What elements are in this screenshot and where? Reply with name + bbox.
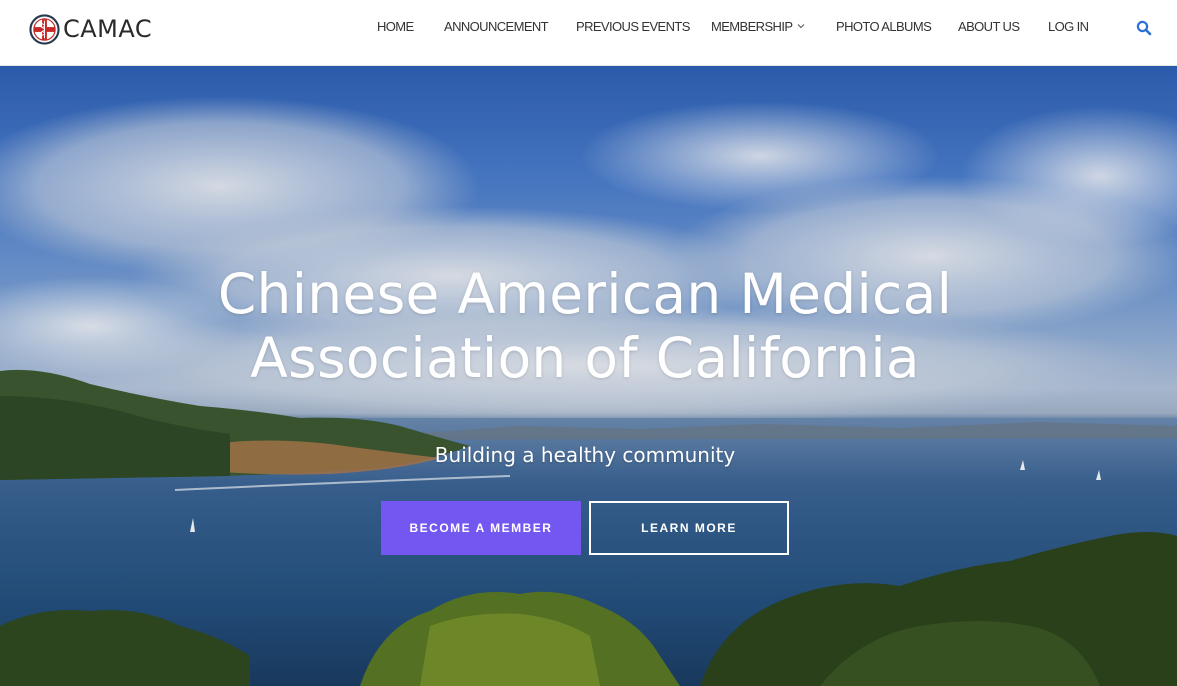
caduceus-logo-icon: [29, 13, 60, 45]
hero-title: Chinese American Medical Association of …: [100, 262, 1070, 390]
chevron-down-icon[interactable]: [796, 21, 806, 31]
nav-about-us[interactable]: ABOUT US: [958, 19, 1020, 35]
hero-title-line-2: Association of California: [250, 326, 920, 390]
nav-announcement[interactable]: ANNOUNCEMENT: [444, 19, 549, 35]
hero-section: Chinese American Medical Association of …: [0, 66, 1177, 686]
search-icon[interactable]: [1136, 20, 1152, 36]
become-member-button[interactable]: BECOME A MEMBER: [381, 501, 581, 555]
hero-subtitle: Building a healthy community: [434, 443, 736, 467]
nav-home[interactable]: HOME: [377, 19, 414, 35]
nav-membership[interactable]: MEMBERSHIP: [711, 19, 793, 35]
nav-previous-events[interactable]: PREVIOUS EVENTS: [576, 19, 690, 35]
site-logo[interactable]: CAMAC: [29, 13, 152, 45]
site-header: CAMAC HOME ANNOUNCEMENT PREVIOUS EVENTS …: [0, 0, 1177, 66]
hero-title-line-1: Chinese American Medical: [217, 262, 953, 326]
nav-log-in[interactable]: LOG IN: [1048, 19, 1089, 35]
logo-text: CAMAC: [63, 14, 153, 43]
learn-more-button[interactable]: LEARN MORE: [589, 501, 789, 555]
nav-photo-albums[interactable]: PHOTO ALBUMS: [836, 19, 932, 35]
